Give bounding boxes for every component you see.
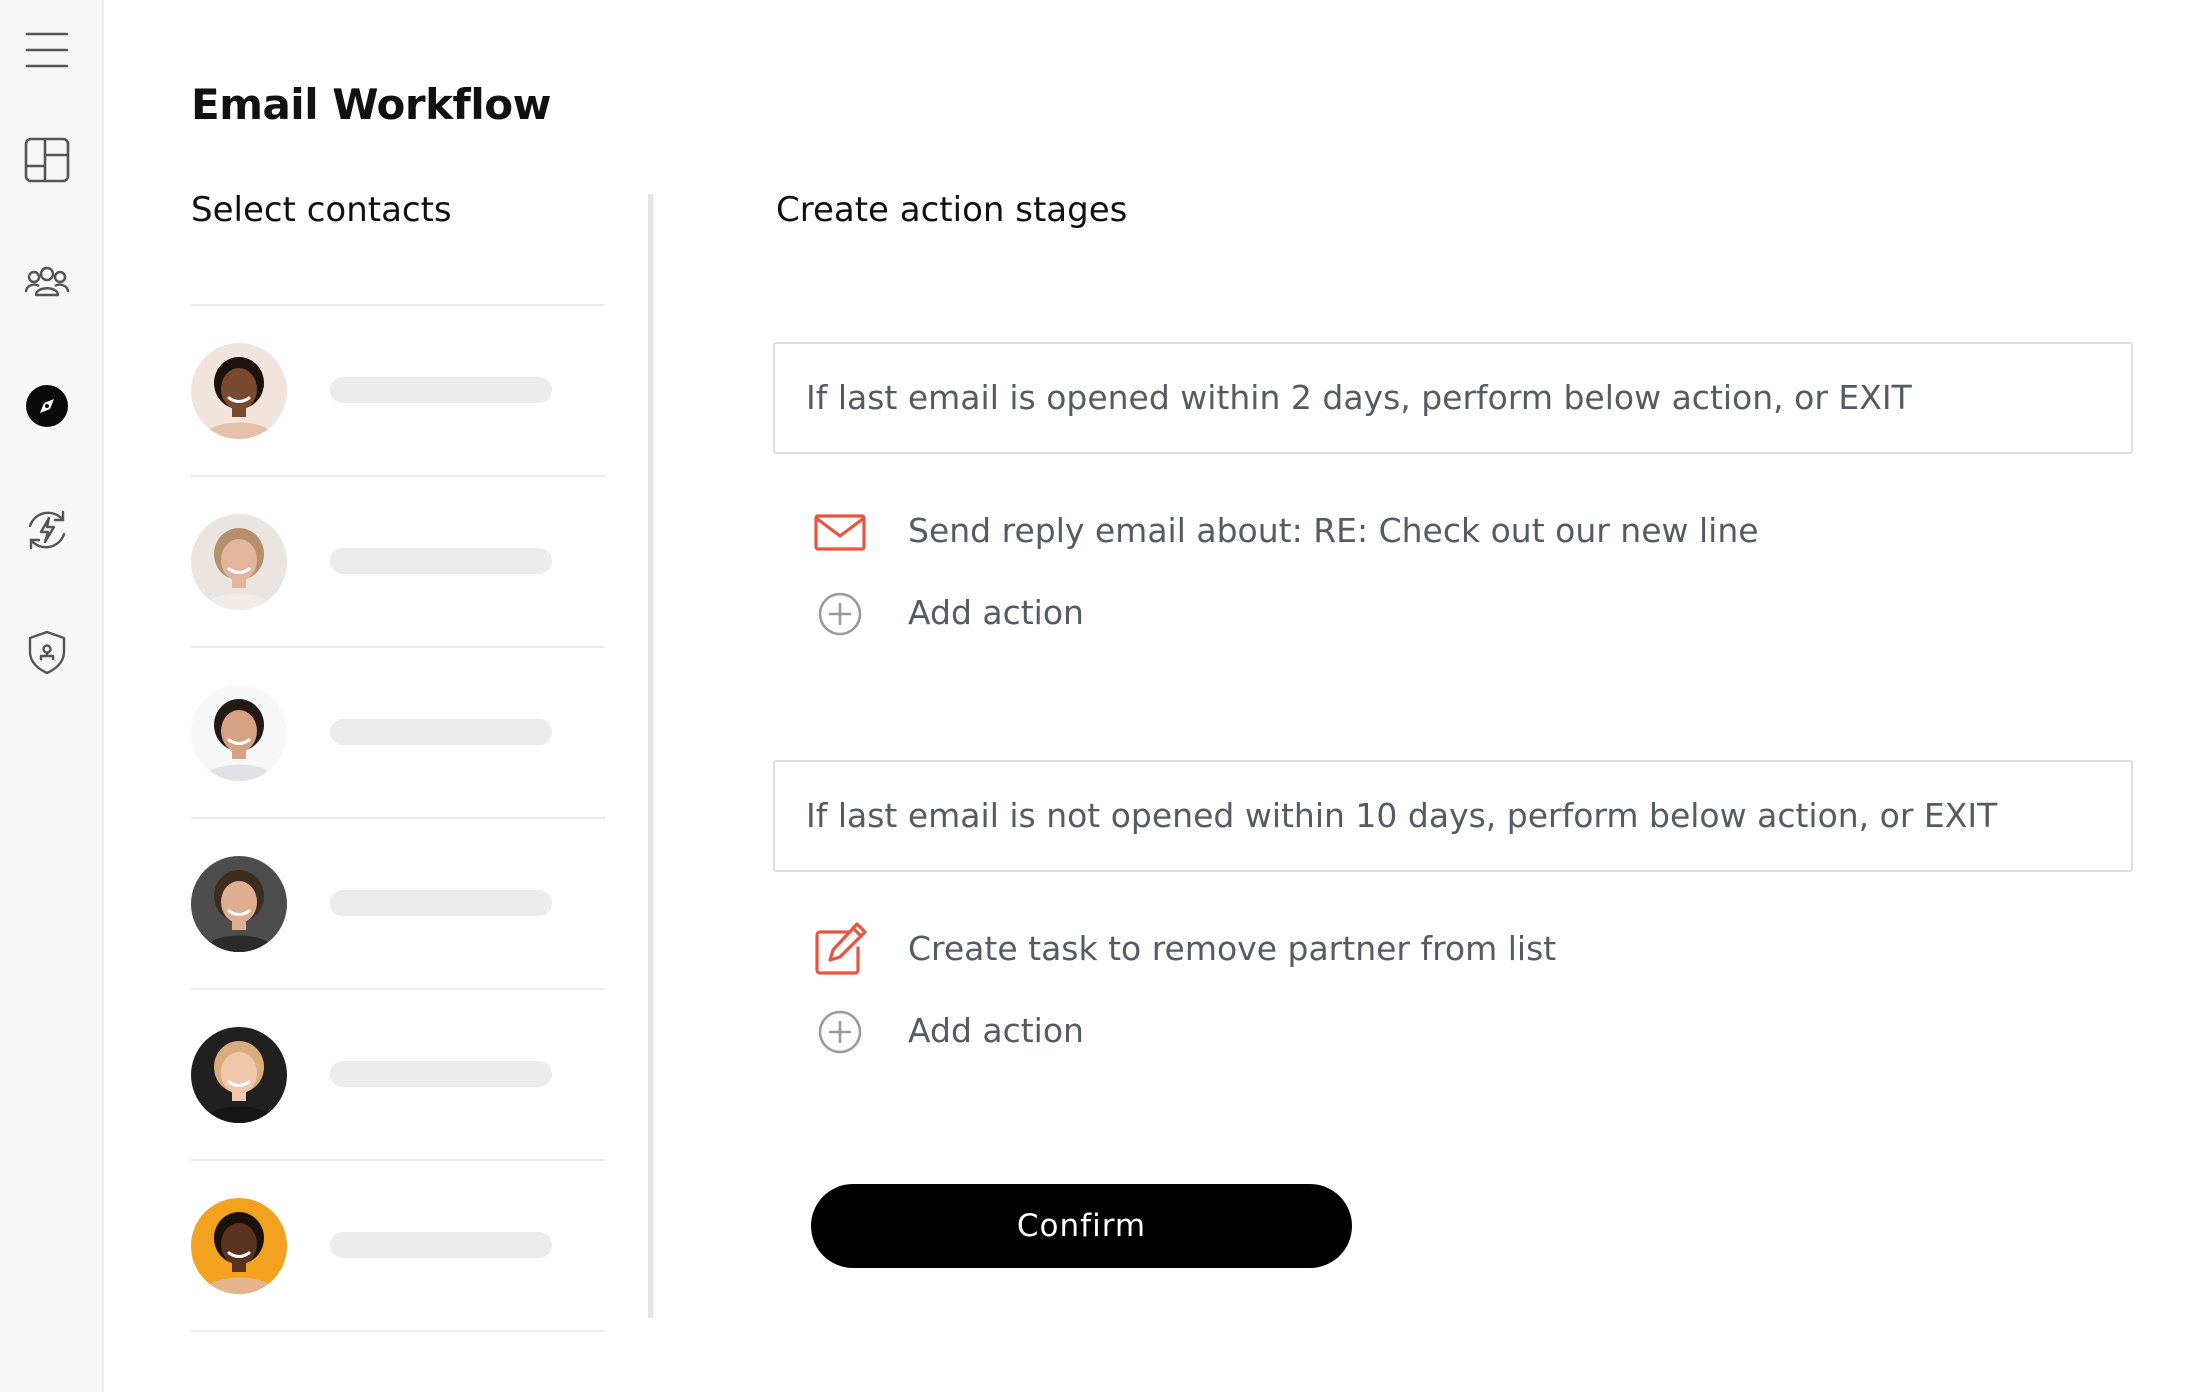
stage-condition-box[interactable]: If last email is opened within 2 days, p… xyxy=(773,342,2133,454)
add-action-button[interactable]: Add action xyxy=(810,1002,2010,1062)
contact-name-placeholder xyxy=(330,1061,552,1087)
add-action-label: Add action xyxy=(908,1011,1084,1050)
users-group-icon[interactable] xyxy=(23,258,71,306)
contact-name-placeholder xyxy=(330,548,552,574)
contact-row[interactable] xyxy=(191,306,605,477)
contact-name-placeholder xyxy=(330,719,552,745)
layout-grid-icon[interactable] xyxy=(23,136,71,184)
edit-task-icon xyxy=(810,920,870,980)
avatar xyxy=(191,856,287,952)
add-action-button[interactable]: Add action xyxy=(810,584,2010,644)
stage-condition-text: If last email is opened within 2 days, p… xyxy=(806,378,1912,417)
lightning-refresh-icon[interactable] xyxy=(23,506,71,554)
sidebar xyxy=(0,0,104,1392)
avatar xyxy=(191,514,287,610)
stage-action-item[interactable]: Create task to remove partner from list xyxy=(810,920,2010,980)
hamburger-menu-icon[interactable] xyxy=(23,26,71,74)
stage-action-label: Create task to remove partner from list xyxy=(908,929,1557,968)
contact-list xyxy=(191,304,605,1332)
stage-action-label: Send reply email about: RE: Check out ou… xyxy=(908,511,1759,550)
stage-condition-text: If last email is not opened within 10 da… xyxy=(806,796,1998,835)
contact-row[interactable] xyxy=(191,1161,605,1332)
contacts-heading: Select contacts xyxy=(191,190,452,230)
contact-row[interactable] xyxy=(191,819,605,990)
contact-name-placeholder xyxy=(330,377,552,403)
contact-name-placeholder xyxy=(330,890,552,916)
avatar xyxy=(191,1198,287,1294)
add-action-label: Add action xyxy=(908,593,1084,632)
contact-row[interactable] xyxy=(191,990,605,1161)
stage-action-item[interactable]: Send reply email about: RE: Check out ou… xyxy=(810,502,2010,562)
shield-lock-icon[interactable] xyxy=(23,628,71,676)
plus-circle-icon xyxy=(810,1002,870,1062)
plus-circle-icon xyxy=(810,584,870,644)
avatar xyxy=(191,685,287,781)
contact-name-placeholder xyxy=(330,1232,552,1258)
contact-row[interactable] xyxy=(191,648,605,819)
column-divider xyxy=(648,194,653,1318)
stage-condition-box[interactable]: If last email is not opened within 10 da… xyxy=(773,760,2133,872)
stages-heading: Create action stages xyxy=(776,190,1128,230)
avatar xyxy=(191,1027,287,1123)
page-title: Email Workflow xyxy=(191,80,551,129)
contact-row[interactable] xyxy=(191,477,605,648)
confirm-button[interactable]: Confirm xyxy=(811,1184,1352,1268)
avatar xyxy=(191,343,287,439)
compass-icon[interactable] xyxy=(23,382,71,430)
mail-icon xyxy=(810,502,870,562)
